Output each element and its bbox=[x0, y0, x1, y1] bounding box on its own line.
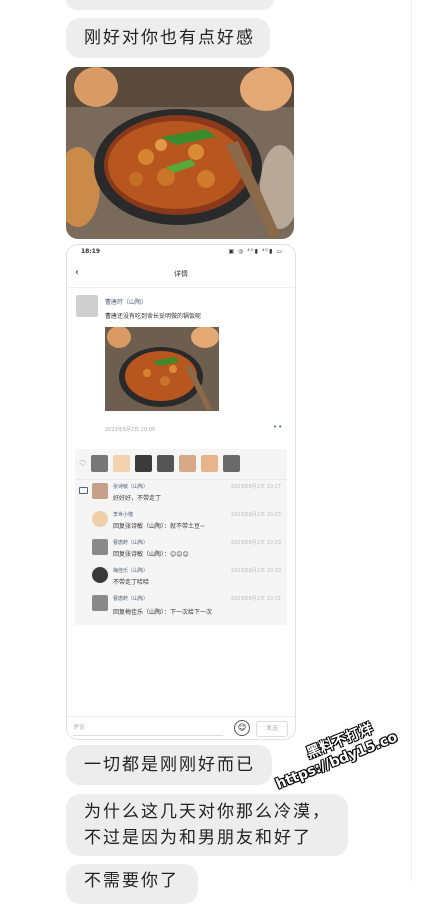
comment-text: 好好好，不带走丁 bbox=[113, 495, 162, 502]
comment-author[interactable]: 曹唐莳（山陶） bbox=[113, 595, 148, 602]
comment-avatar[interactable] bbox=[92, 483, 108, 499]
comment-text: 回复张诗敏（山陶）：😊😊😊 bbox=[113, 551, 189, 558]
avatar[interactable] bbox=[76, 295, 98, 317]
comment-time: 2023年8月2日 20:29 bbox=[230, 540, 281, 546]
interaction-panel: ♡ 张诗敏（山陶） 2023年8月2日 20:17 好好好，不带走丁 李世小楷 … bbox=[75, 449, 287, 625]
like-avatar[interactable] bbox=[179, 455, 196, 472]
comment-avatar[interactable] bbox=[92, 539, 108, 555]
message-bubble[interactable]: 为什么这几天对你那么冷漠， 不过是因为和男朋友和好了 bbox=[66, 794, 348, 856]
message-bubble[interactable]: 刚好对你也有点好感 bbox=[66, 18, 270, 58]
like-avatar[interactable] bbox=[135, 455, 152, 472]
comment-input[interactable]: 评论 bbox=[73, 721, 223, 736]
message-text: 刚好对你也有点好感 bbox=[84, 28, 255, 48]
post-text: 曹唐还没有吃到舍长妥明做的锅饭呢 bbox=[105, 313, 202, 320]
comment-author[interactable]: 李世小楷 bbox=[113, 511, 133, 518]
like-avatar[interactable] bbox=[201, 455, 218, 472]
emoji-icon[interactable]: ☺ bbox=[234, 720, 250, 736]
food-photo-image bbox=[66, 67, 294, 239]
like-avatar[interactable] bbox=[91, 455, 108, 472]
comment-author[interactable]: 张诗敏（山陶） bbox=[113, 483, 148, 490]
post-date: 2023年8月2日 20:09 bbox=[105, 427, 156, 433]
food-photo[interactable] bbox=[66, 67, 294, 239]
message-bubble-cutoff bbox=[66, 0, 274, 10]
post-author[interactable]: 曹唐莳（山陶） bbox=[105, 297, 147, 306]
like-avatar[interactable] bbox=[157, 455, 174, 472]
comment-avatar[interactable] bbox=[92, 511, 108, 527]
post-image-picture bbox=[105, 327, 219, 411]
comment-time: 2023年8月2日 20:31 bbox=[230, 596, 281, 602]
message-bubble[interactable]: 一切都是刚刚好而已 bbox=[66, 745, 272, 785]
message-text: 一切都是刚刚好而已 bbox=[84, 755, 255, 775]
comment-avatar[interactable] bbox=[92, 567, 108, 583]
comment-icon bbox=[79, 487, 88, 494]
post-image[interactable] bbox=[105, 327, 219, 411]
message-text: 不过是因为和男朋友和好了 bbox=[84, 828, 312, 848]
comment-text: 回复梅佳乐（山陶）：下一次给下一次 bbox=[113, 609, 213, 616]
likes-row: ♡ bbox=[75, 449, 287, 480]
comment-text: 回复张诗敏（山陶）：就不带土豆~ bbox=[113, 523, 206, 530]
comment-time: 2023年8月2日 20:30 bbox=[230, 568, 281, 574]
more-icon[interactable]: •• bbox=[273, 423, 283, 431]
message-text: 为什么这几天对你那么冷漠， bbox=[84, 802, 331, 822]
status-icons: ▣ ◎ ⁴ᴳ▮ ⁴ᴳ▮ ▭ bbox=[228, 248, 283, 255]
status-bar: 18:19 ▣ ◎ ⁴ᴳ▮ ⁴ᴳ▮ ▭ bbox=[67, 245, 295, 259]
comment-avatar[interactable] bbox=[92, 595, 108, 611]
message-bubble[interactable]: 不需要你了 bbox=[66, 864, 198, 904]
embedded-screenshot[interactable]: 18:19 ▣ ◎ ⁴ᴳ▮ ⁴ᴳ▮ ▭ ‹ 详情 曹唐莳（山陶） 曹唐还没有吃到… bbox=[66, 244, 296, 740]
message-text: 不需要你了 bbox=[84, 871, 179, 891]
nav-bar: ‹ 详情 bbox=[67, 261, 295, 288]
comment-author[interactable]: 曹唐莳（山陶） bbox=[113, 539, 148, 546]
comment-time: 2023年8月2日 20:23 bbox=[230, 512, 281, 518]
comment-author[interactable]: 梅佳乐（山陶） bbox=[113, 567, 148, 574]
comment-text: 不带走丁哈哈 bbox=[113, 579, 150, 586]
status-time: 18:19 bbox=[81, 248, 101, 255]
heart-icon: ♡ bbox=[79, 459, 87, 468]
comment-time: 2023年8月2日 20:17 bbox=[230, 484, 281, 490]
like-avatar[interactable] bbox=[223, 455, 240, 472]
nav-title: 详情 bbox=[174, 270, 188, 278]
like-avatar[interactable] bbox=[113, 455, 130, 472]
right-divider bbox=[411, 0, 412, 881]
